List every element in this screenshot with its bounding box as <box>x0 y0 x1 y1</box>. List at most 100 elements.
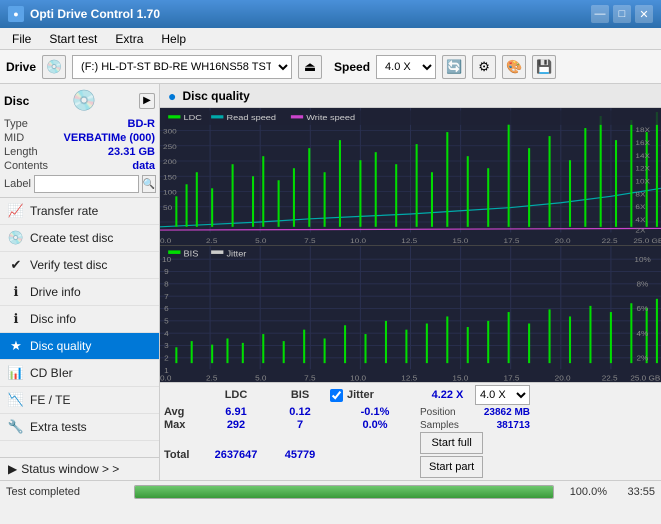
eject-button[interactable]: ⏏ <box>298 55 322 79</box>
color-button[interactable]: 🎨 <box>502 55 526 79</box>
chart-header-icon: ● <box>168 88 176 104</box>
status-window-button[interactable]: ▶ Status window > > <box>0 457 159 480</box>
minimize-button[interactable]: — <box>591 5 609 23</box>
svg-text:6X: 6X <box>635 203 645 211</box>
svg-text:22.5: 22.5 <box>602 237 618 245</box>
sidebar-item-disc-quality[interactable]: ★Disc quality <box>0 333 159 360</box>
jitter-checkbox[interactable] <box>330 389 343 402</box>
nav-label-disc-quality: Disc quality <box>30 339 91 353</box>
menu-file[interactable]: File <box>4 30 39 48</box>
progress-percent: 100.0% <box>562 486 607 498</box>
maximize-button[interactable]: □ <box>613 5 631 23</box>
svg-text:2.5: 2.5 <box>206 237 217 245</box>
svg-text:7.5: 7.5 <box>304 374 315 382</box>
sidebar-item-disc-info[interactable]: ℹDisc info <box>0 306 159 333</box>
app-title: Opti Drive Control 1.70 <box>30 7 160 21</box>
menu-extra[interactable]: Extra <box>107 30 151 48</box>
svg-text:8: 8 <box>164 280 169 288</box>
nav-label-cd-bier: CD BIer <box>30 366 73 380</box>
svg-text:50: 50 <box>163 204 172 212</box>
svg-text:2X: 2X <box>635 226 645 234</box>
svg-text:LDC: LDC <box>184 114 202 122</box>
progress-time: 33:55 <box>615 486 655 498</box>
svg-text:10.0: 10.0 <box>350 374 366 382</box>
svg-text:200: 200 <box>163 158 177 166</box>
chart-title: Disc quality <box>182 89 249 103</box>
svg-text:100: 100 <box>163 189 177 197</box>
svg-text:7: 7 <box>164 292 169 300</box>
type-value: BD-R <box>128 118 156 130</box>
svg-text:Read speed: Read speed <box>226 114 276 122</box>
contents-value: data <box>132 160 155 172</box>
disc-icon: 💿 <box>72 88 97 113</box>
label-label: Label <box>4 178 31 190</box>
svg-text:10%: 10% <box>634 255 651 263</box>
svg-text:16X: 16X <box>635 139 650 147</box>
length-value: 23.31 GB <box>108 146 155 158</box>
bottom-chart: BIS Jitter 10 9 8 7 6 5 4 3 2 1 10% <box>160 246 661 383</box>
total-ldc: 2637647 <box>202 449 270 461</box>
menu-start-test[interactable]: Start test <box>41 30 105 48</box>
svg-text:5.0: 5.0 <box>255 237 266 245</box>
sidebar-item-cd-bier[interactable]: 📊CD BIer <box>0 360 159 387</box>
ldc-header: LDC <box>202 389 270 401</box>
mid-label: MID <box>4 132 24 144</box>
drive-select[interactable]: (F:) HL-DT-ST BD-RE WH16NS58 TST4 <box>72 55 292 79</box>
menu-help[interactable]: Help <box>153 30 194 48</box>
svg-text:20.0: 20.0 <box>555 237 571 245</box>
status-window-label: Status window > > <box>21 462 119 476</box>
position-label: Position <box>420 407 475 418</box>
drive-icon-btn[interactable]: 💿 <box>42 55 66 79</box>
status-text: Test completed <box>6 486 126 498</box>
progress-bar-fill <box>135 486 553 498</box>
settings-button[interactable]: ⚙ <box>472 55 496 79</box>
progress-bar-container <box>134 485 554 499</box>
total-label: Total <box>164 449 202 461</box>
svg-text:8X: 8X <box>635 190 645 198</box>
nav-items: 📈Transfer rate 💿 Create test disc ✔Verify t… <box>0 198 159 457</box>
sidebar-item-drive-info[interactable]: ℹDrive info <box>0 279 159 306</box>
stats-speed-select[interactable]: 4.0 X <box>475 385 530 405</box>
svg-text:12.5: 12.5 <box>401 237 417 245</box>
sidebar-item-create-test-disc[interactable]: 💿 Create test disc <box>0 225 159 252</box>
chevron-right-icon: ▶ <box>8 462 17 476</box>
svg-text:8%: 8% <box>636 280 648 288</box>
svg-text:2%: 2% <box>636 354 648 362</box>
samples-value: 381713 <box>475 420 530 431</box>
svg-text:2: 2 <box>164 354 169 362</box>
disc-action-button[interactable]: ▶ <box>139 93 155 109</box>
top-chart: LDC Read speed Write speed 300 250 200 1… <box>160 108 661 245</box>
sidebar-item-transfer-rate[interactable]: 📈Transfer rate <box>0 198 159 225</box>
svg-text:Jitter: Jitter <box>226 249 246 258</box>
svg-text:0.0: 0.0 <box>160 374 171 382</box>
sidebar-item-fe-te[interactable]: 📉FE / TE <box>0 387 159 414</box>
label-search-button[interactable]: 🔍 <box>142 175 156 193</box>
svg-text:14X: 14X <box>635 152 650 160</box>
start-full-button[interactable]: Start full <box>420 432 483 454</box>
nav-icon-create-test-disc: 💿 <box>8 230 24 246</box>
sidebar-item-verify-test-disc[interactable]: ✔Verify test disc <box>0 252 159 279</box>
disc-info-panel: Disc 💿 ▶ Type BD-R MID VERBATIMe (000) L… <box>0 84 159 198</box>
svg-text:4: 4 <box>164 329 169 337</box>
avg-ldc: 6.91 <box>202 406 270 418</box>
nav-icon-fe-te: 📉 <box>8 392 24 408</box>
chart-area: ● Disc quality <box>160 84 661 480</box>
svg-text:7.5: 7.5 <box>304 237 315 245</box>
svg-text:5.0: 5.0 <box>255 374 266 382</box>
app-icon: ● <box>8 6 24 22</box>
label-input[interactable] <box>34 175 139 193</box>
speed-select[interactable]: 4.0 X <box>376 55 436 79</box>
sidebar: Disc 💿 ▶ Type BD-R MID VERBATIMe (000) L… <box>0 84 160 480</box>
svg-text:22.5: 22.5 <box>602 374 618 382</box>
svg-text:300: 300 <box>163 128 177 136</box>
refresh-button[interactable]: 🔄 <box>442 55 466 79</box>
sidebar-item-extra-tests[interactable]: 🔧Extra tests <box>0 414 159 441</box>
close-button[interactable]: ✕ <box>635 5 653 23</box>
nav-icon-extra-tests: 🔧 <box>8 419 24 435</box>
nav-label-create-test-disc: Create test disc <box>30 231 113 245</box>
nav-label-drive-info: Drive info <box>30 285 81 299</box>
start-part-button[interactable]: Start part <box>420 456 483 478</box>
svg-text:10X: 10X <box>635 177 650 185</box>
menu-bar: File Start test Extra Help <box>0 28 661 50</box>
save-button[interactable]: 💾 <box>532 55 556 79</box>
